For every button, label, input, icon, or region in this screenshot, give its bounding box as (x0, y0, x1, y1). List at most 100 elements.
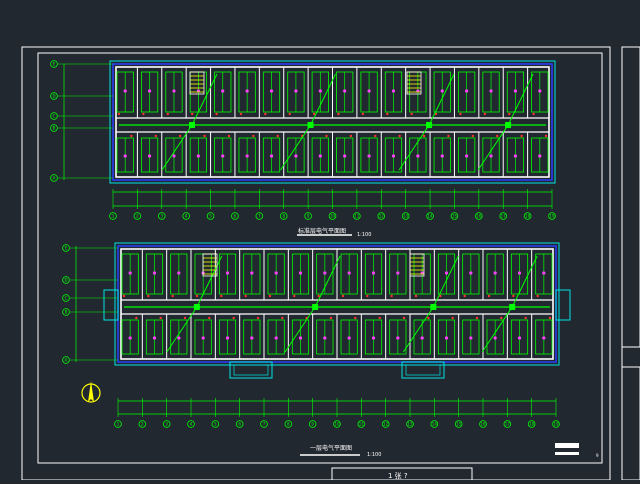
light-fixture (371, 271, 376, 275)
outlet-symbol (386, 112, 389, 116)
light-fixture (201, 336, 205, 340)
side-porch (103, 289, 119, 321)
outlet-symbol (427, 316, 430, 320)
light-fixture (371, 336, 376, 340)
light-fixture (469, 271, 473, 275)
axis-label: 15 (452, 214, 458, 219)
row-label: B (53, 126, 56, 131)
outlet-symbol (374, 134, 377, 138)
axis-label: 19 (549, 214, 555, 219)
axis-label: 13 (403, 214, 409, 219)
outlet-symbol (203, 134, 206, 138)
light-fixture (347, 336, 351, 340)
light-fixture (343, 89, 347, 93)
outlet-symbol (142, 112, 145, 116)
outlet-symbol (268, 294, 272, 298)
outlet-symbol (288, 112, 291, 116)
axis-label: 4 (190, 422, 193, 427)
outlet-symbol (475, 316, 479, 320)
axis-label: 6 (234, 214, 237, 219)
light-fixture (440, 154, 444, 158)
lower-plan-title: 一层电气平面图 (310, 444, 352, 452)
upper-plan-title-group: 标准层电气平面图 1:100 (297, 227, 371, 238)
axis-label: 8 (287, 422, 290, 427)
distribution-box (426, 122, 433, 128)
axis-label: 18 (529, 422, 535, 427)
light-fixture (274, 271, 278, 275)
outlet-symbol (520, 134, 523, 138)
outlet-symbol (487, 294, 491, 298)
outlet-symbol (178, 134, 182, 138)
light-fixture (245, 154, 249, 158)
light-fixture (513, 89, 518, 93)
outlet-symbol (402, 316, 406, 320)
light-fixture (489, 154, 493, 158)
light-fixture (225, 336, 230, 340)
light-fixture (245, 89, 249, 93)
light-fixture (416, 154, 420, 158)
axis-label: 3 (165, 422, 168, 427)
outlet-symbol (256, 316, 260, 320)
axis-label: 19 (553, 422, 559, 427)
feeder-line (191, 73, 218, 126)
light-fixture (465, 89, 469, 93)
light-fixture (396, 271, 400, 275)
stamp-bar-1 (555, 443, 579, 448)
outlet-symbol (264, 112, 267, 116)
light-fixture (250, 271, 254, 275)
light-fixture (128, 271, 132, 275)
light-fixture (542, 271, 546, 275)
outlet-symbol (508, 112, 511, 116)
light-fixture (123, 89, 127, 93)
light-fixture (323, 336, 327, 340)
outlet-symbol (414, 294, 418, 298)
axis-label: 9 (307, 214, 310, 219)
right-strip-lower (621, 366, 640, 481)
entrance-porch (229, 361, 273, 379)
axis-label: 10 (334, 422, 340, 427)
light-fixture (318, 89, 322, 93)
outlet-symbol (471, 134, 475, 138)
outlet-symbol (512, 294, 515, 298)
lower-plan-scale: 1:100 (367, 452, 381, 458)
axis-label: 1 (117, 422, 120, 427)
light-fixture (221, 154, 225, 158)
outlet-symbol (390, 294, 393, 298)
axis-label: 14 (432, 422, 438, 427)
axis-label: 6 (238, 422, 241, 427)
outlet-symbol (147, 294, 150, 298)
outlet-symbol (524, 316, 527, 320)
light-fixture (396, 336, 400, 340)
light-fixture (250, 336, 254, 340)
outlet-symbol (366, 294, 369, 298)
row-label: E (65, 246, 68, 251)
axis-label: 7 (263, 422, 266, 427)
distribution-box (189, 122, 196, 128)
light-fixture (542, 336, 546, 340)
light-fixture (269, 89, 274, 93)
outlet-symbol (166, 112, 169, 116)
feeder-line (507, 73, 534, 126)
light-fixture (196, 154, 200, 158)
row-label: C (65, 296, 68, 301)
outlet-symbol (483, 112, 487, 116)
light-fixture (444, 271, 449, 275)
row-label: D (52, 94, 55, 99)
outlet-symbol (215, 112, 218, 116)
outlet-symbol (337, 112, 340, 116)
light-fixture (152, 271, 157, 275)
inner-frame (37, 52, 603, 464)
light-fixture (347, 271, 351, 275)
light-fixture (440, 89, 444, 93)
outlet-symbol (422, 134, 426, 138)
axis-label: 2 (141, 422, 144, 427)
light-fixture (513, 154, 518, 158)
light-fixture (225, 271, 230, 275)
outlet-symbol (317, 294, 320, 298)
axis-label: 5 (209, 214, 212, 219)
light-fixture (152, 336, 157, 340)
outlet-symbol (410, 112, 413, 116)
outlet-symbol (244, 294, 247, 298)
distribution-box (509, 304, 516, 310)
outlet-symbol (281, 316, 284, 320)
